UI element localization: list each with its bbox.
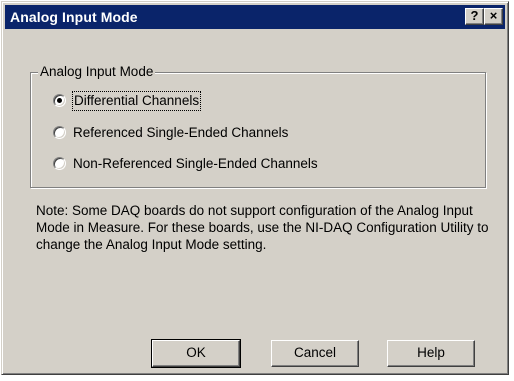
note-text: Note: Some DAQ boards do not support con…: [36, 203, 489, 252]
radio-button[interactable]: [53, 157, 66, 170]
close-button[interactable]: ×: [484, 8, 503, 25]
radio-button-selected[interactable]: [53, 94, 66, 107]
analog-input-mode-dialog: Analog Input Mode ? × Analog Input Mode …: [1, 1, 509, 375]
radio-button[interactable]: [53, 126, 66, 139]
radio-dot-icon: [57, 98, 62, 103]
radio-label-differential[interactable]: Differential Channels: [71, 91, 202, 111]
help-question-button[interactable]: ?: [465, 8, 484, 25]
group-legend: Analog Input Mode: [38, 64, 156, 79]
window-title: Analog Input Mode: [10, 9, 138, 25]
help-button[interactable]: Help: [387, 340, 475, 367]
radio-label-referenced[interactable]: Referenced Single-Ended Channels: [73, 124, 288, 142]
radio-label-non-referenced[interactable]: Non-Referenced Single-Ended Channels: [73, 155, 318, 173]
cancel-button[interactable]: Cancel: [271, 340, 359, 367]
ok-button[interactable]: OK: [151, 339, 241, 368]
title-bar[interactable]: Analog Input Mode ? ×: [5, 5, 505, 29]
analog-input-mode-group: Analog Input Mode Differential Channels …: [30, 64, 486, 188]
